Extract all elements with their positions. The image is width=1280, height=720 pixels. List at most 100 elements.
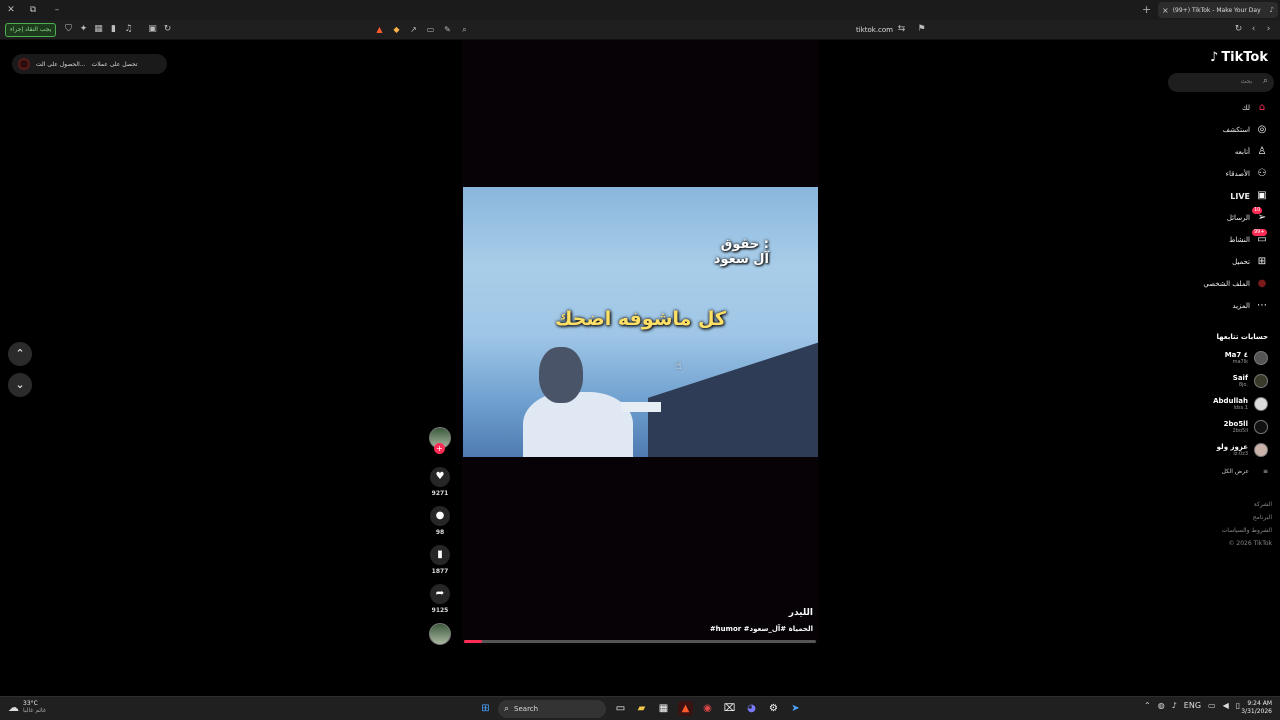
comment-icon[interactable]: ● xyxy=(430,506,450,526)
vpn-icon[interactable]: ◍ xyxy=(1158,701,1165,710)
overlay-line-1: حقوق : xyxy=(720,237,769,252)
share-icon[interactable]: ↗ xyxy=(408,24,419,35)
rewards-icon[interactable]: ◆ xyxy=(391,24,402,35)
nav-profile[interactable]: الملف الشخصي ● xyxy=(1203,277,1268,291)
sound-disc-avatar[interactable] xyxy=(429,623,451,645)
nav-explore[interactable]: استكشف ◎ xyxy=(1223,123,1268,137)
nav-live[interactable]: LIVE ▣ xyxy=(1230,189,1268,203)
following-account[interactable]: Ma7 ٤ ma7lk xyxy=(1225,349,1268,367)
video-overlay-credit: حقوق : آل سعود xyxy=(709,237,769,267)
windows-start-icon[interactable]: ⊞ xyxy=(478,701,493,716)
cast-icon[interactable]: ▭ xyxy=(425,24,436,35)
chrome-icon[interactable]: ◉ xyxy=(700,701,715,716)
see-all-link[interactable]: عرض الكل ≡ xyxy=(1222,468,1268,475)
prev-video-button[interactable]: ⌃ xyxy=(8,342,32,366)
like-action[interactable]: ♥ 9271 xyxy=(428,467,452,497)
share-arrow-icon[interactable]: ➦ xyxy=(430,584,450,604)
search-input[interactable]: بحث ⌕ xyxy=(1168,73,1274,92)
forward-icon[interactable]: ‹ xyxy=(1248,24,1259,35)
following-account[interactable]: عزوز ولو lz.0z3 xyxy=(1217,441,1268,459)
following-account[interactable]: 2bo5ll 2bo5ll xyxy=(1224,418,1268,436)
shield-icon[interactable]: ⛉ xyxy=(63,24,74,35)
microphone-icon[interactable]: ♪ xyxy=(1172,701,1177,710)
close-window-icon[interactable]: ✕ xyxy=(4,3,18,17)
telegram-icon[interactable]: ➤ xyxy=(788,701,803,716)
save-action[interactable]: ▮ 1877 xyxy=(428,545,452,575)
volume-icon[interactable]: ◀ xyxy=(1223,701,1229,710)
account-handle: 2bo5ll xyxy=(1232,428,1248,434)
address-bar[interactable]: tiktok.com xyxy=(856,24,893,36)
nav-label: تحميل xyxy=(1232,258,1250,266)
heart-icon[interactable]: ♥ xyxy=(430,467,450,487)
tiktok-logo[interactable]: ♪ TikTok xyxy=(1210,50,1268,65)
weather-temp: 33°C xyxy=(23,700,38,707)
sync-icon[interactable]: ↻ xyxy=(162,24,173,35)
tab-tiktok[interactable]: × (99+) TikTok - Make Your Day ♪ xyxy=(1158,2,1278,18)
account-avatar xyxy=(1254,351,1268,365)
new-tab-button[interactable]: + xyxy=(1142,3,1151,17)
nav-activity[interactable]: النشاط ▭ 99+ xyxy=(1229,229,1268,247)
share-action[interactable]: ➦ 9125 xyxy=(428,584,452,614)
nav-more[interactable]: المزيد ⋯ xyxy=(1232,299,1268,313)
pen-icon[interactable]: ✎ xyxy=(442,24,453,35)
footer-program[interactable]: البرنامج xyxy=(1253,514,1272,521)
search-icon[interactable]: ⌕ xyxy=(1263,76,1268,86)
tab-close-icon[interactable]: × xyxy=(1162,6,1169,15)
nav-friends[interactable]: الأصدقاء ⚇ xyxy=(1226,167,1268,181)
brave-icon[interactable]: ▲ xyxy=(374,24,385,35)
nav-for-you[interactable]: لك ⌂ xyxy=(1242,101,1268,115)
video-progress-bar[interactable] xyxy=(464,640,816,643)
follow-plus-icon[interactable]: + xyxy=(434,443,445,454)
browser-toolbar: يجب النقاد إجراء ⛉ ✦ ▦ ▮ ♫ ▣ ↻ ▲ ◆ ↗ ▭ ✎… xyxy=(0,20,1280,40)
app-icon[interactable]: ⌧ xyxy=(722,701,737,716)
zoom-icon[interactable]: ⌕ xyxy=(459,24,470,35)
nav-messages[interactable]: الرسائل ➢ 10 xyxy=(1227,207,1268,225)
bookmark-icon[interactable]: ▮ xyxy=(430,545,450,565)
rtl-extension-button[interactable]: يجب النقاد إجراء xyxy=(5,23,57,37)
video-caption[interactable]: #humor #الحمياة #آل_سعود xyxy=(710,625,813,633)
account-name: 2bo5ll xyxy=(1223,420,1248,428)
nav-upload[interactable]: تحميل ⊞ xyxy=(1232,255,1268,269)
video-author[interactable]: الليدر xyxy=(789,608,813,618)
person-head xyxy=(539,347,583,403)
minimize-icon[interactable]: – xyxy=(50,3,64,17)
nav-label: لك xyxy=(1241,104,1250,112)
screenshot-icon[interactable]: ▣ xyxy=(147,24,158,35)
puzzle-icon[interactable]: ✦ xyxy=(78,24,89,35)
system-clock[interactable]: 9:24 AM 3/31/2026 xyxy=(1240,700,1272,716)
reload-icon[interactable]: ↻ xyxy=(1233,24,1244,35)
translate-icon[interactable]: ⇆ xyxy=(896,24,907,35)
pill-item-1[interactable]: الحصول على الت... xyxy=(36,61,86,68)
following-account[interactable]: Abdullah ldss.1 xyxy=(1213,395,1268,413)
restore-icon[interactable]: ⧉ xyxy=(26,3,40,17)
settings-icon[interactable]: ⚙ xyxy=(766,701,781,716)
discord-icon[interactable]: ◕ xyxy=(744,701,759,716)
bookmark-icon[interactable]: ⚑ xyxy=(916,24,927,35)
task-view-icon[interactable]: ▭ xyxy=(613,701,628,716)
store-icon[interactable]: ▦ xyxy=(656,701,671,716)
footer-company[interactable]: الشركة xyxy=(1254,501,1272,508)
following-account[interactable]: Saif 8jo. xyxy=(1233,372,1268,390)
sound-action[interactable] xyxy=(428,623,452,645)
file-explorer-icon[interactable]: ▰ xyxy=(634,701,649,716)
comment-action[interactable]: ● 98 xyxy=(428,506,452,536)
sidebar-icon[interactable]: ▮ xyxy=(108,24,119,35)
pill-item-2[interactable]: تحصل على عملات xyxy=(92,61,138,68)
language-indicator[interactable]: ENG xyxy=(1184,701,1201,710)
footer-terms[interactable]: الشروط والسياسات xyxy=(1222,527,1272,534)
tab-grid-icon[interactable]: ▦ xyxy=(93,24,104,35)
weather-widget[interactable]: ☁ 33°C غائم غالبا xyxy=(8,700,46,714)
following-section-title: حسابات تتابعها xyxy=(1216,333,1268,341)
video-frame[interactable]: حقوق : آل سعود كل ماشوفه اضحك ☝ xyxy=(463,187,818,457)
nav-following[interactable]: أتابعه ♙ xyxy=(1235,145,1268,159)
tray-chevron-icon[interactable]: ⌃ xyxy=(1144,701,1151,710)
back-icon[interactable]: › xyxy=(1263,24,1274,35)
next-video-button[interactable]: ⌄ xyxy=(8,373,32,397)
brave-browser-icon[interactable]: ▲ xyxy=(678,701,693,716)
network-icon[interactable]: ▭ xyxy=(1208,701,1216,710)
search-placeholder: بحث xyxy=(1240,78,1252,85)
coins-pill[interactable]: الحصول على الت... تحصل على عملات xyxy=(12,54,167,74)
video-player[interactable]: حقوق : آل سعود كل ماشوفه اضحك ☝ الليدر #… xyxy=(462,40,819,645)
taskbar-search[interactable]: ⌕ Search xyxy=(498,700,606,718)
media-icon[interactable]: ♫ xyxy=(123,24,134,35)
